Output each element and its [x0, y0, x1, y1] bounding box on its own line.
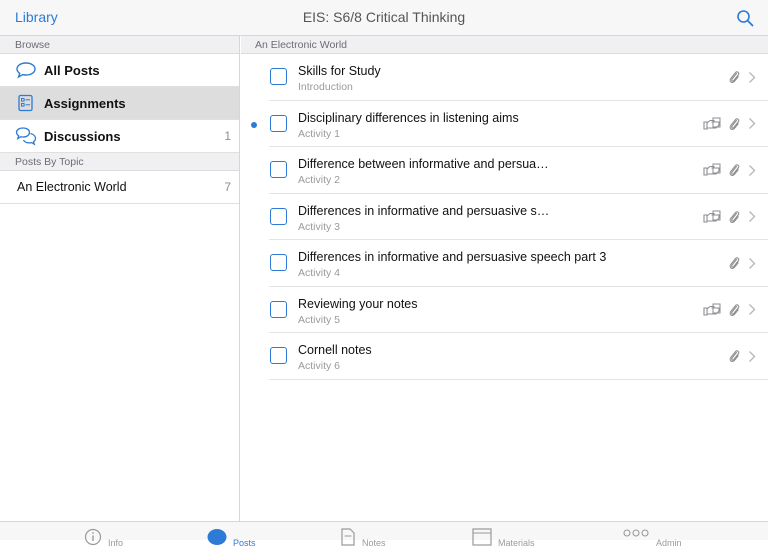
chevron-right-icon: [749, 350, 756, 362]
list-item[interactable]: Differences in informative and persuasiv…: [269, 194, 768, 240]
search-icon[interactable]: [736, 9, 754, 27]
checklist-icon: [15, 93, 37, 113]
assignments-list: An Electronic World Skills for Study Intr…: [241, 36, 768, 521]
list-item[interactable]: Disciplinary differences in listening ai…: [251, 101, 768, 147]
list-item[interactable]: Cornell notes Activity 6: [269, 333, 768, 380]
tab-posts[interactable]: Posts: [207, 528, 256, 548]
hand-in-icon: [703, 117, 721, 130]
paperclip-icon: [729, 164, 740, 176]
tab-admin[interactable]: Admin: [622, 528, 682, 548]
sidebar: Browse All Posts Assignments Discussions…: [0, 36, 240, 521]
completion-checkbox[interactable]: [270, 347, 287, 364]
speech-bubble-icon: [15, 60, 37, 80]
paperclip-icon: [729, 71, 740, 83]
row-accessories: [703, 209, 756, 225]
browse-header: Browse: [0, 36, 239, 54]
tab-bar: Info Posts Notes Materials Admin: [0, 521, 768, 548]
assignment-subtitle: Activity 3: [298, 220, 341, 233]
row-accessories: [703, 116, 756, 132]
completion-checkbox[interactable]: [270, 254, 287, 271]
assignment-subtitle: Activity 6: [298, 360, 341, 372]
discussion-bubbles-icon: [15, 126, 37, 146]
chevron-right-icon: [749, 257, 756, 269]
completion-checkbox[interactable]: [270, 207, 287, 225]
hand-in-icon: [703, 303, 721, 316]
tab-label: Info: [108, 538, 124, 548]
hand-in-icon: [703, 210, 721, 223]
paperclip-icon: [729, 257, 740, 269]
assignment-subtitle: Activity 4: [298, 267, 341, 279]
sidebar-item-label: Discussions: [44, 128, 121, 144]
paperclip-icon: [729, 350, 740, 362]
assignment-subtitle: Activity 5: [298, 313, 341, 326]
paperclip-icon: [729, 117, 740, 130]
notes-icon: [341, 528, 355, 546]
list-item[interactable]: Difference between informative and persu…: [269, 147, 768, 194]
unread-dot: [251, 121, 257, 128]
item-count: 1: [224, 129, 231, 143]
list-item[interactable]: Differences in informative and persuasiv…: [269, 240, 768, 287]
topic-count: 7: [224, 180, 231, 194]
chevron-right-icon: [749, 304, 756, 315]
tab-materials[interactable]: Materials: [472, 528, 535, 548]
info-icon: [84, 528, 102, 546]
chevron-right-icon: [749, 118, 756, 129]
assignment-title: Differences in informative and persuasiv…: [298, 250, 607, 264]
topic-label: An Electronic World: [17, 180, 127, 194]
tab-label: Materials: [498, 538, 535, 548]
navigation-bar: Library EIS: S6/8 Critical Thinking: [0, 0, 768, 36]
row-accessories: [703, 302, 756, 318]
topics-header: Posts By Topic: [0, 153, 239, 171]
tab-label: Admin: [656, 538, 682, 548]
chevron-right-icon: [749, 71, 756, 83]
completion-checkbox[interactable]: [270, 68, 287, 85]
assignment-subtitle: Introduction: [298, 81, 353, 93]
sidebar-item-label: All Posts: [44, 62, 100, 78]
completion-checkbox[interactable]: [270, 114, 287, 132]
chevron-right-icon: [749, 211, 756, 222]
tab-label: Posts: [233, 538, 256, 548]
completion-checkbox[interactable]: [270, 300, 287, 318]
list-item[interactable]: Reviewing your notes Activity 5: [269, 287, 768, 333]
posts-icon: [207, 529, 227, 545]
materials-icon: [472, 528, 492, 546]
assignment-title: Cornell notes: [298, 343, 372, 357]
chevron-right-icon: [749, 164, 756, 176]
list-item[interactable]: Skills for Study Introduction: [269, 54, 768, 101]
row-accessories: [703, 162, 756, 178]
sidebar-item-discussions[interactable]: Discussions 1: [0, 120, 239, 153]
assignment-title: Skills for Study: [298, 64, 381, 78]
tab-info[interactable]: Info: [84, 528, 123, 548]
assignment-title: Difference between informative and persu…: [298, 157, 549, 171]
page-title: EIS: S6/8 Critical Thinking: [302, 9, 466, 25]
paperclip-icon: [729, 210, 740, 223]
assignment-subtitle: Activity 1: [298, 127, 341, 140]
tab-notes[interactable]: Notes: [340, 528, 386, 548]
assignment-title: Reviewing your notes: [298, 296, 418, 311]
admin-icon: [623, 529, 649, 537]
tab-label: Notes: [362, 538, 386, 548]
assignment-subtitle: Activity 2: [298, 174, 341, 186]
sidebar-item-label: Assignments: [44, 95, 126, 111]
paperclip-icon: [729, 303, 740, 316]
section-header: An Electronic World: [241, 36, 768, 54]
row-accessories: [729, 255, 756, 271]
row-accessories: [729, 69, 756, 85]
assignment-title: Disciplinary differences in listening ai…: [298, 110, 519, 125]
sidebar-item-all-posts[interactable]: All Posts: [0, 54, 239, 87]
row-accessories: [729, 348, 756, 364]
sidebar-item-assignments[interactable]: Assignments: [0, 87, 239, 120]
completion-checkbox[interactable]: [270, 161, 287, 178]
hand-in-icon: [703, 163, 721, 176]
sidebar-item-topic[interactable]: An Electronic World 7: [0, 171, 239, 204]
assignment-title: Differences in informative and persuasiv…: [298, 203, 550, 218]
